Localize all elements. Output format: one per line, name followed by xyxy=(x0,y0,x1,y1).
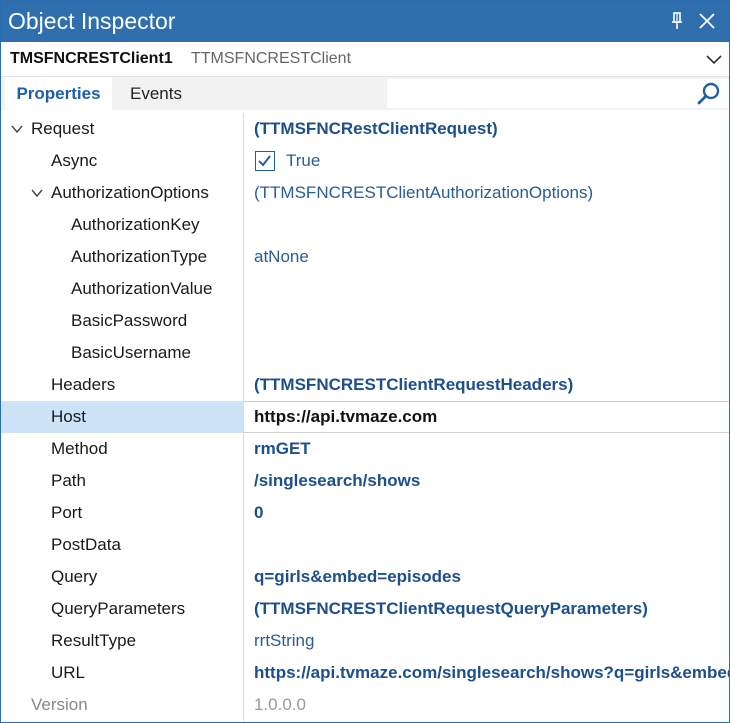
property-name: URL xyxy=(51,663,86,682)
property-value[interactable]: q=girls&embed=episodes xyxy=(254,561,729,593)
tab-properties[interactable]: Properties xyxy=(5,77,112,110)
chevron-down-icon[interactable] xyxy=(10,122,24,136)
property-row-path[interactable]: Path /singlesearch/shows xyxy=(1,465,729,497)
property-value[interactable]: (TTMSFNCRESTClientRequestQueryParameters… xyxy=(254,593,729,625)
property-name: AuthorizationType xyxy=(71,247,208,266)
column-divider[interactable] xyxy=(243,113,244,722)
property-name: Port xyxy=(51,503,83,522)
property-row-port[interactable]: Port 0 xyxy=(1,497,729,529)
property-name: BasicUsername xyxy=(71,343,191,362)
property-name: AuthorizationValue xyxy=(71,279,213,298)
property-name: Host xyxy=(51,407,86,426)
property-name: QueryParameters xyxy=(51,599,186,618)
property-value[interactable] xyxy=(254,337,729,369)
property-name: PostData xyxy=(51,535,121,554)
tab-bar: Properties Events xyxy=(1,77,729,110)
property-row-request[interactable]: Request (TTMSFNCRestClientRequest) xyxy=(1,113,729,145)
property-value: True xyxy=(286,151,321,170)
property-row-basicpassword[interactable]: BasicPassword xyxy=(1,305,729,337)
property-row-basicusername[interactable]: BasicUsername xyxy=(1,337,729,369)
object-name: TMSFNCRESTClient1 xyxy=(10,50,173,67)
property-row-authorizationkey[interactable]: AuthorizationKey xyxy=(1,209,729,241)
property-value[interactable]: rmGET xyxy=(254,433,729,465)
property-row-headers[interactable]: Headers (TTMSFNCRESTClientRequestHeaders… xyxy=(1,369,729,401)
property-value[interactable]: https://api.tvmaze.com/singlesearch/show… xyxy=(254,657,729,689)
property-value[interactable] xyxy=(254,209,729,241)
property-row-version[interactable]: Version 1.0.0.0 xyxy=(1,689,729,721)
property-value[interactable]: rrtString xyxy=(254,625,729,657)
property-row-postdata[interactable]: PostData xyxy=(1,529,729,561)
window-title: Object Inspector xyxy=(8,8,176,34)
property-name: Version xyxy=(31,695,88,714)
chevron-down-icon[interactable] xyxy=(705,52,723,66)
property-row-authorizationvalue[interactable]: AuthorizationValue xyxy=(1,273,729,305)
tab-events[interactable]: Events xyxy=(119,77,193,110)
property-value[interactable]: 0 xyxy=(254,497,729,529)
property-value[interactable]: (TTMSFNCRestClientRequest) xyxy=(254,113,729,145)
property-name: Async xyxy=(51,151,98,170)
property-row-authorizationoptions[interactable]: AuthorizationOptions (TTMSFNCRESTClientA… xyxy=(1,177,729,209)
property-value: 1.0.0.0 xyxy=(254,695,306,714)
property-name: AuthorizationOptions xyxy=(51,183,209,202)
search-input[interactable] xyxy=(387,79,729,108)
property-value[interactable]: /singlesearch/shows xyxy=(254,465,729,497)
property-name: Method xyxy=(51,439,108,458)
property-value[interactable]: atNone xyxy=(254,241,729,273)
property-grid: Request (TTMSFNCRestClientRequest) Async… xyxy=(1,113,729,721)
property-value[interactable]: (TTMSFNCRESTClientAuthorizationOptions) xyxy=(254,177,729,209)
property-value[interactable]: https://api.tvmaze.com xyxy=(254,401,729,433)
chevron-down-icon[interactable] xyxy=(30,186,44,200)
property-row-authorizationtype[interactable]: AuthorizationType atNone xyxy=(1,241,729,273)
property-row-query[interactable]: Query q=girls&embed=episodes xyxy=(1,561,729,593)
async-checkbox[interactable] xyxy=(255,151,275,171)
property-row-async[interactable]: Async True xyxy=(1,145,729,177)
search-icon[interactable] xyxy=(696,81,722,107)
property-row-queryparameters[interactable]: QueryParameters (TTMSFNCRESTClientReques… xyxy=(1,593,729,625)
property-name: Headers xyxy=(51,375,116,394)
property-name: Query xyxy=(51,567,98,586)
object-selector[interactable]: TMSFNCRESTClient1 TTMSFNCRESTClient xyxy=(1,42,729,77)
property-name: Request xyxy=(31,119,95,138)
property-row-url[interactable]: URL https://api.tvmaze.com/singlesearch/… xyxy=(1,657,729,689)
property-row-host[interactable]: Host https://api.tvmaze.com xyxy=(1,401,729,433)
object-inspector-window: Object Inspector TMSFNCRESTClient1 TTMSF… xyxy=(0,0,730,723)
title-bar[interactable]: Object Inspector xyxy=(1,1,729,42)
pin-icon[interactable] xyxy=(665,9,689,33)
property-name: AuthorizationKey xyxy=(71,215,200,234)
property-name: BasicPassword xyxy=(71,311,188,330)
property-row-resulttype[interactable]: ResultType rrtString xyxy=(1,625,729,657)
property-value[interactable]: (TTMSFNCRESTClientRequestHeaders) xyxy=(254,369,729,401)
property-value[interactable] xyxy=(254,305,729,337)
property-row-method[interactable]: Method rmGET xyxy=(1,433,729,465)
property-value[interactable] xyxy=(254,529,729,561)
property-name: Path xyxy=(51,471,86,490)
close-icon[interactable] xyxy=(695,9,719,33)
object-class: TTMSFNCRESTClient xyxy=(191,50,352,67)
property-name: ResultType xyxy=(51,631,137,650)
property-value[interactable] xyxy=(254,273,729,305)
